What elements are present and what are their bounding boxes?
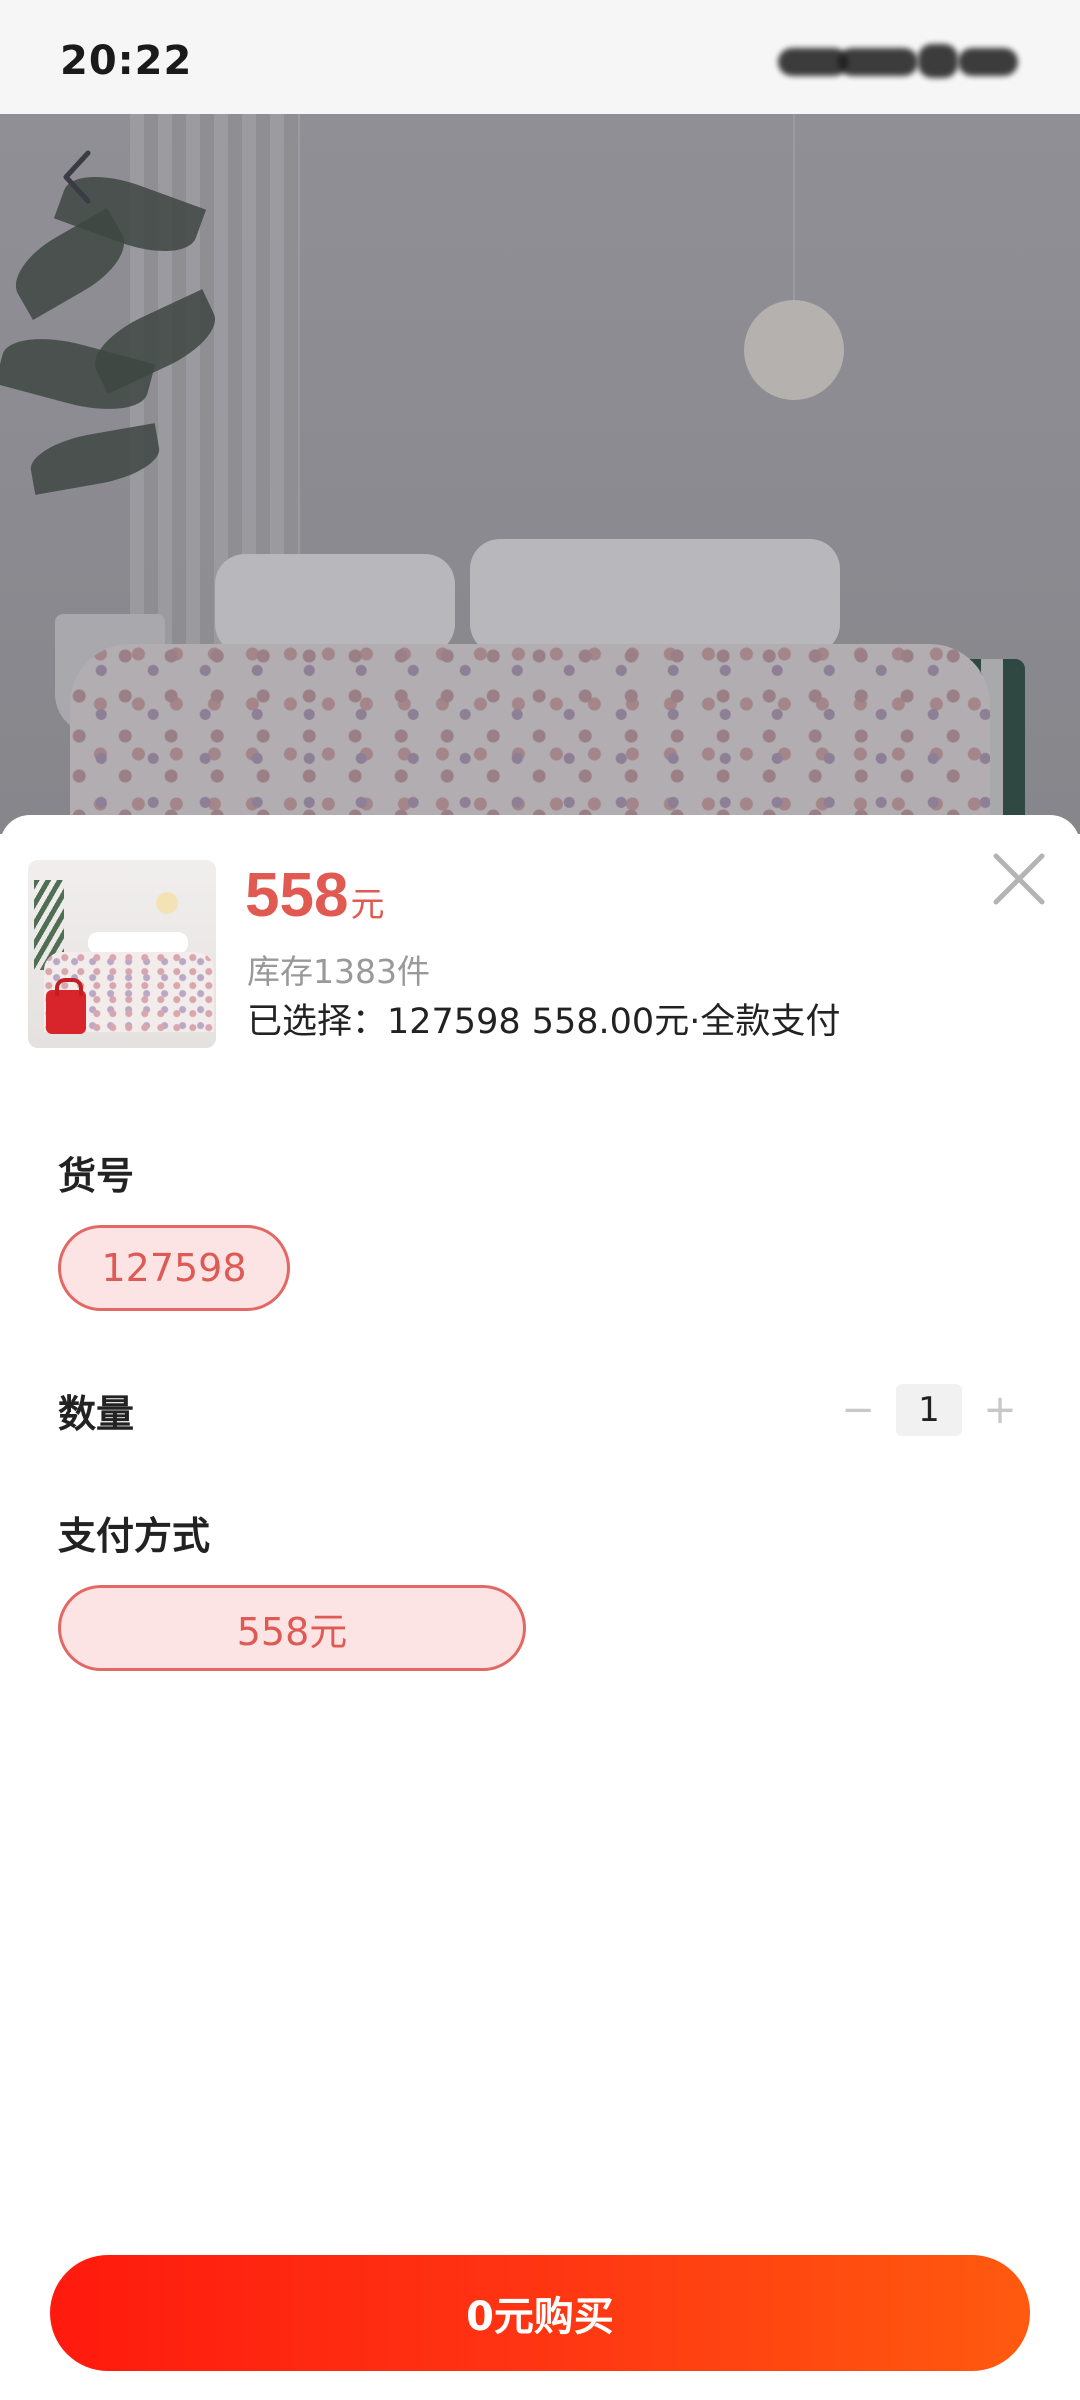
back-button[interactable] bbox=[48, 142, 108, 212]
status-icons bbox=[778, 44, 1018, 80]
price-value: 558 bbox=[245, 861, 349, 930]
price-unit: 元 bbox=[350, 885, 385, 925]
item-number-title: 货号 bbox=[58, 1154, 135, 1198]
status-bar: 20:22 bbox=[0, 0, 1080, 114]
item-number-option[interactable]: 127598 bbox=[58, 1225, 290, 1311]
status-time: 20:22 bbox=[60, 38, 193, 84]
buy-button[interactable]: 0元购买 bbox=[50, 2255, 1030, 2371]
quantity-stepper: − 1 + bbox=[834, 1383, 1024, 1437]
sku-selection-sheet: 558 元 库存1383件 已选择：127598 558.00元·全款支付 货号… bbox=[0, 815, 1080, 2400]
close-icon bbox=[993, 853, 1045, 905]
payment-option[interactable]: 558元 bbox=[58, 1585, 526, 1671]
close-button[interactable] bbox=[990, 850, 1048, 908]
payment-method-title: 支付方式 bbox=[58, 1514, 211, 1558]
stock-count: 库存1383件 bbox=[247, 952, 430, 991]
chevron-left-icon bbox=[63, 150, 91, 204]
selected-summary: 已选择：127598 558.00元·全款支付 bbox=[247, 1002, 841, 1042]
quantity-value[interactable]: 1 bbox=[896, 1384, 962, 1436]
decrease-button[interactable]: − bbox=[834, 1386, 882, 1434]
product-thumbnail bbox=[28, 860, 216, 1048]
price: 558 元 bbox=[245, 860, 384, 931]
product-hero-image bbox=[0, 114, 1080, 834]
increase-button[interactable]: + bbox=[976, 1386, 1024, 1434]
quantity-title: 数量 bbox=[58, 1392, 135, 1436]
